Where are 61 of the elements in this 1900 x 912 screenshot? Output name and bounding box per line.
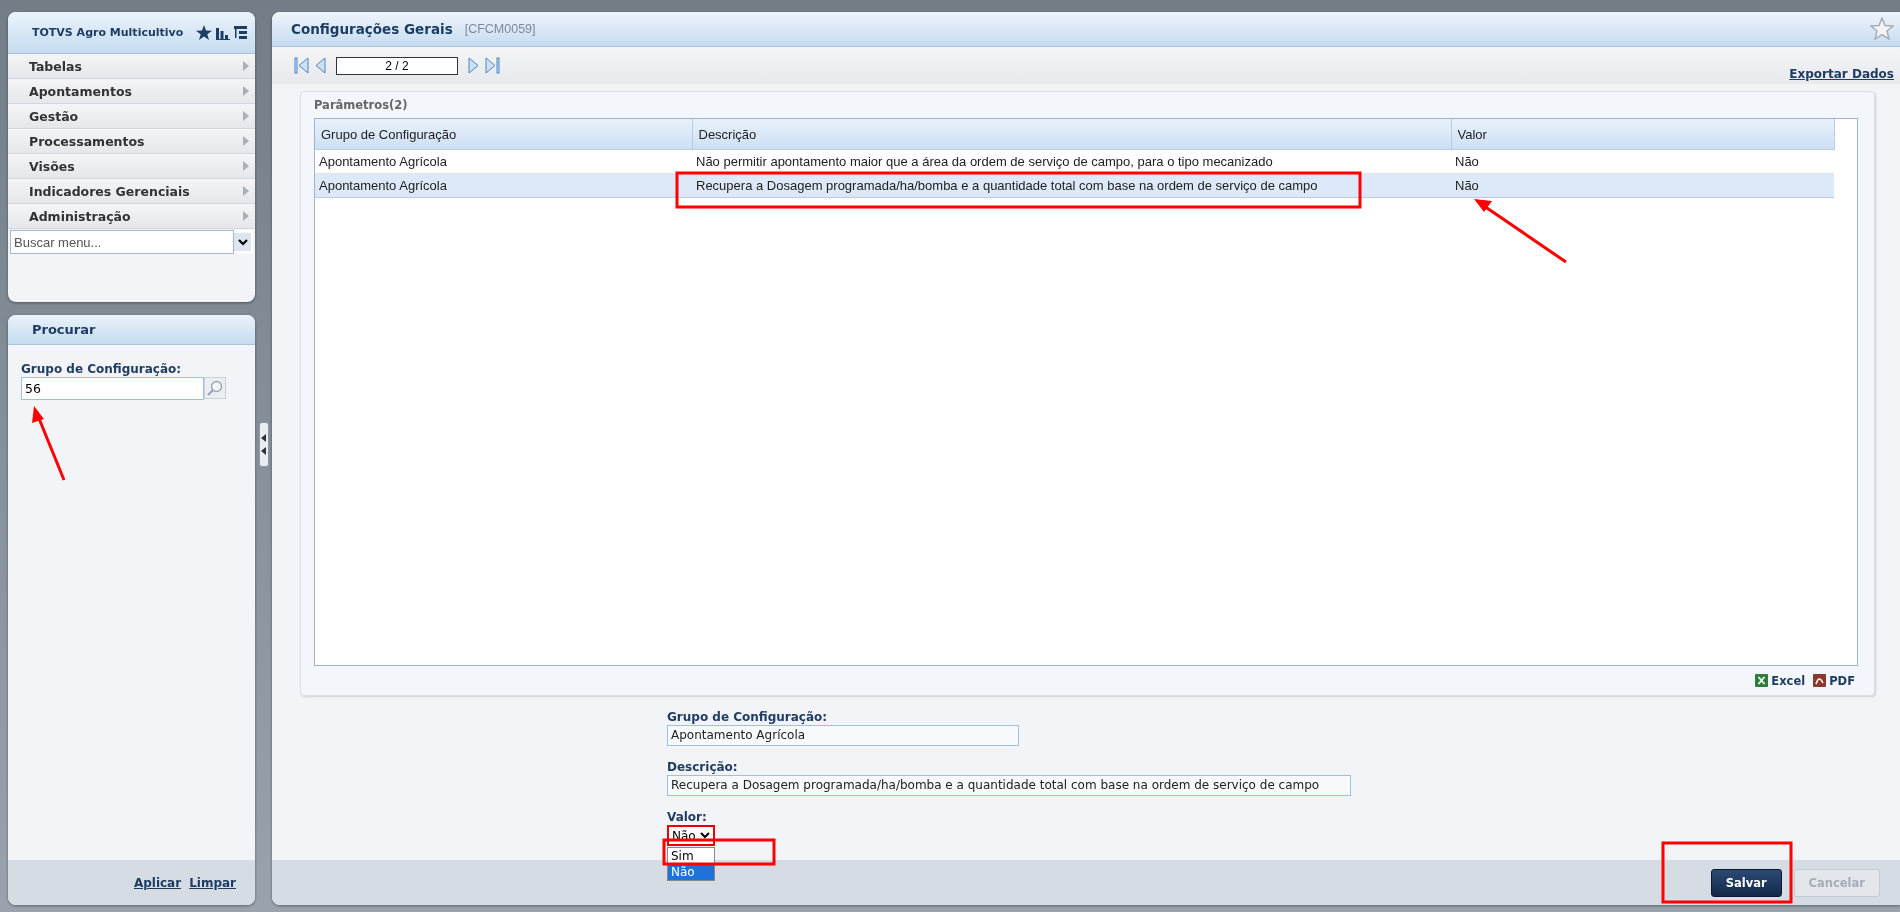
column-header[interactable]: Descrição bbox=[692, 119, 1451, 150]
field-label: Grupo de Configuração: bbox=[21, 362, 183, 376]
panel-title: Procurar bbox=[8, 315, 255, 345]
text-field[interactable]: Apontamento Agrícola bbox=[667, 725, 1019, 747]
chevron-right-icon bbox=[243, 61, 249, 71]
column-header[interactable]: Valor bbox=[1451, 119, 1834, 150]
previous-page-icon[interactable] bbox=[315, 57, 326, 75]
page-code: [CFCM0059] bbox=[464, 21, 536, 36]
table-cell: Não permitir apontamento maior que a área da ordem de serviço de campo, para o tipo mecanizado bbox=[692, 149, 1451, 174]
table-cell: Não bbox=[1451, 149, 1834, 174]
menu-item[interactable]: Apontamentos bbox=[8, 79, 255, 104]
document-icon bbox=[1813, 674, 1827, 688]
field-label: Valor: bbox=[667, 810, 708, 825]
caret-down-icon bbox=[700, 832, 710, 840]
menu-search-field[interactable]: Buscar menu... bbox=[10, 230, 234, 254]
chevron-right-icon bbox=[243, 186, 249, 196]
export-link[interactable]: Exportar Dados bbox=[1789, 67, 1894, 82]
bar-chart-icon[interactable] bbox=[216, 25, 230, 40]
collapse-handle[interactable] bbox=[258, 422, 269, 467]
lookup-button[interactable] bbox=[204, 377, 226, 399]
next-page-icon[interactable] bbox=[468, 57, 479, 75]
table-cell: Apontamento Agrícola bbox=[315, 149, 692, 174]
chevron-right-icon bbox=[243, 111, 249, 121]
app-title: TOTVS Agro Multicultivo bbox=[32, 26, 184, 39]
chevron-right-icon bbox=[243, 136, 249, 146]
export-pdf-link[interactable]: PDF bbox=[1813, 673, 1855, 688]
text-field[interactable]: Recupera a Dosagem programada/ha/bomba e a quantidade total com base na ordem de serviço de campo bbox=[667, 775, 1351, 797]
table-cell: Não bbox=[1451, 173, 1834, 198]
menu-item[interactable]: Administração bbox=[8, 204, 255, 229]
menu-item[interactable]: Gestão bbox=[8, 104, 255, 129]
table-row[interactable]: Apontamento Agrícola Não permitir apontamento maior que a área da ordem de serviço de campo, para o tipo mecanizado Não bbox=[315, 149, 1834, 174]
last-page-icon[interactable] bbox=[485, 57, 500, 75]
action-link[interactable]: Aplicar bbox=[133, 875, 182, 890]
table-cell: Recupera a Dosagem programada/ha/bomba e a quantidade total com base na ordem de serviço de campo bbox=[692, 173, 1451, 198]
tree-list-icon[interactable] bbox=[234, 26, 247, 39]
chevron-right-icon bbox=[243, 211, 249, 221]
spreadsheet-icon bbox=[1755, 674, 1769, 688]
table-title: Parâmetros(2) bbox=[314, 98, 409, 115]
first-page-icon[interactable] bbox=[294, 57, 309, 75]
dropdown-option[interactable]: Sim bbox=[668, 848, 714, 865]
caret-down-icon[interactable] bbox=[237, 238, 248, 246]
page-title: Configurações Gerais bbox=[291, 20, 453, 37]
star-icon[interactable] bbox=[196, 25, 212, 40]
chevron-right-icon bbox=[243, 161, 249, 171]
table-row[interactable]: Apontamento Agrícola Recupera a Dosagem programada/ha/bomba e a quantidade total com base na ordem de serviço de campo Não bbox=[315, 173, 1834, 198]
search-icon bbox=[207, 380, 223, 396]
field-label: Grupo de Configuração: bbox=[667, 710, 829, 725]
action-link[interactable]: Limpar bbox=[189, 875, 236, 890]
table-cell: Apontamento Agrícola bbox=[315, 173, 692, 198]
star-outline-icon[interactable] bbox=[1870, 17, 1894, 41]
export-excel-link[interactable]: Excel bbox=[1755, 673, 1806, 688]
field-label: Descrição: bbox=[667, 760, 739, 775]
page-indicator: 2 / 2 bbox=[336, 56, 458, 75]
search-field[interactable]: 56 bbox=[21, 377, 204, 400]
column-header[interactable]: Grupo de Configuração bbox=[315, 119, 692, 150]
menu-item[interactable]: Visões bbox=[8, 154, 255, 179]
menu-item[interactable]: Indicadores Gerenciais bbox=[8, 179, 255, 204]
menu-item[interactable]: Tabelas bbox=[8, 54, 255, 79]
menu-item[interactable]: Processamentos bbox=[8, 129, 255, 154]
save-button[interactable]: Salvar bbox=[1710, 868, 1782, 897]
chevron-right-icon bbox=[243, 86, 249, 96]
